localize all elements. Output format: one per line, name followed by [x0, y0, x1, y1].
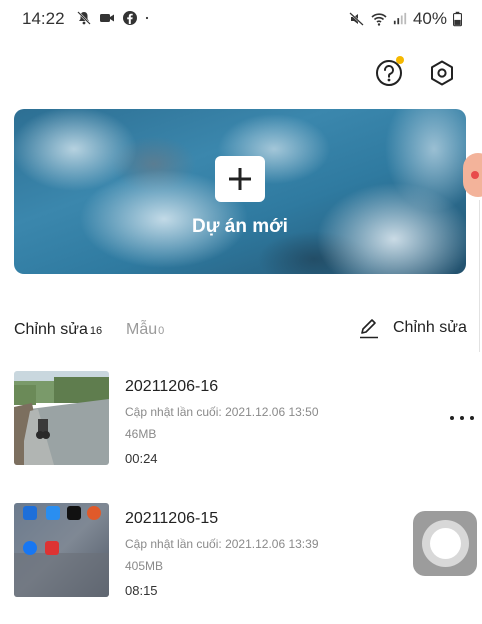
notifications-off-icon — [77, 11, 91, 25]
new-project-label: Dự án mới — [192, 216, 288, 237]
facebook-icon — [123, 11, 137, 25]
road-thumbnail-image — [14, 371, 109, 465]
tab-templates-count: 0 — [158, 325, 165, 337]
project-item[interactable]: 20211206-15 Cập nhật lần cuối: 2021.12.0… — [14, 503, 474, 598]
help-badge — [396, 56, 404, 64]
tab-edit-count: 16 — [89, 325, 103, 337]
project-duration: 00:24 — [125, 451, 158, 466]
status-right: 40% — [349, 9, 462, 29]
project-size: 405MB — [125, 559, 164, 573]
tab-edit-label: Chỉnh sửa — [14, 321, 88, 338]
plus-icon — [229, 168, 251, 190]
project-item[interactable]: 20211206-16 Cập nhật lần cuối: 2021.12.0… — [14, 371, 474, 466]
side-floating-handle[interactable] — [463, 153, 482, 197]
record-dot-icon — [471, 171, 479, 179]
assistive-touch-ring — [422, 520, 469, 567]
dot-icon — [145, 16, 149, 20]
project-updated: Cập nhật lần cuối: 2021.12.06 13:39 — [125, 537, 319, 551]
project-duration: 08:15 — [125, 583, 158, 598]
project-thumbnail[interactable] — [14, 503, 109, 597]
tab-edit[interactable]: Chỉnh sửa 16 — [14, 321, 102, 339]
edit-mode-label: Chỉnh sửa — [393, 319, 467, 336]
pencil-icon — [360, 319, 378, 339]
project-size: 46MB — [125, 427, 157, 441]
tab-templates-label: Mẫu — [126, 321, 158, 338]
assistive-touch-center — [430, 528, 461, 559]
more-options-icon[interactable] — [450, 413, 474, 423]
status-time: 14:22 — [22, 9, 65, 28]
project-thumbnail[interactable] — [14, 371, 109, 465]
mute-icon — [349, 12, 364, 26]
new-project-banner[interactable]: Dự án mới — [14, 109, 466, 274]
signal-icon — [393, 12, 407, 25]
help-button[interactable] — [374, 56, 404, 88]
settings-icon — [431, 60, 453, 86]
tab-templates[interactable]: Mẫu 0 — [126, 321, 164, 339]
homescreen-thumbnail-image — [14, 503, 109, 597]
assistive-touch-button[interactable] — [413, 511, 477, 576]
edit-mode-button[interactable]: Chỉnh sửa — [359, 317, 467, 339]
status-bar: 14:22 40% — [0, 0, 482, 36]
status-left-icons — [76, 10, 153, 26]
scroll-track — [479, 200, 480, 352]
project-title: 20211206-16 — [125, 378, 219, 395]
project-title: 20211206-15 — [125, 510, 219, 527]
settings-button[interactable] — [427, 58, 457, 88]
wifi-icon — [371, 13, 387, 26]
battery-percent: 40% — [412, 9, 447, 28]
project-updated: Cập nhật lần cuối: 2021.12.06 13:50 — [125, 405, 319, 419]
video-camera-icon — [100, 14, 114, 22]
battery-icon — [453, 11, 462, 27]
new-project-button[interactable] — [215, 156, 265, 202]
